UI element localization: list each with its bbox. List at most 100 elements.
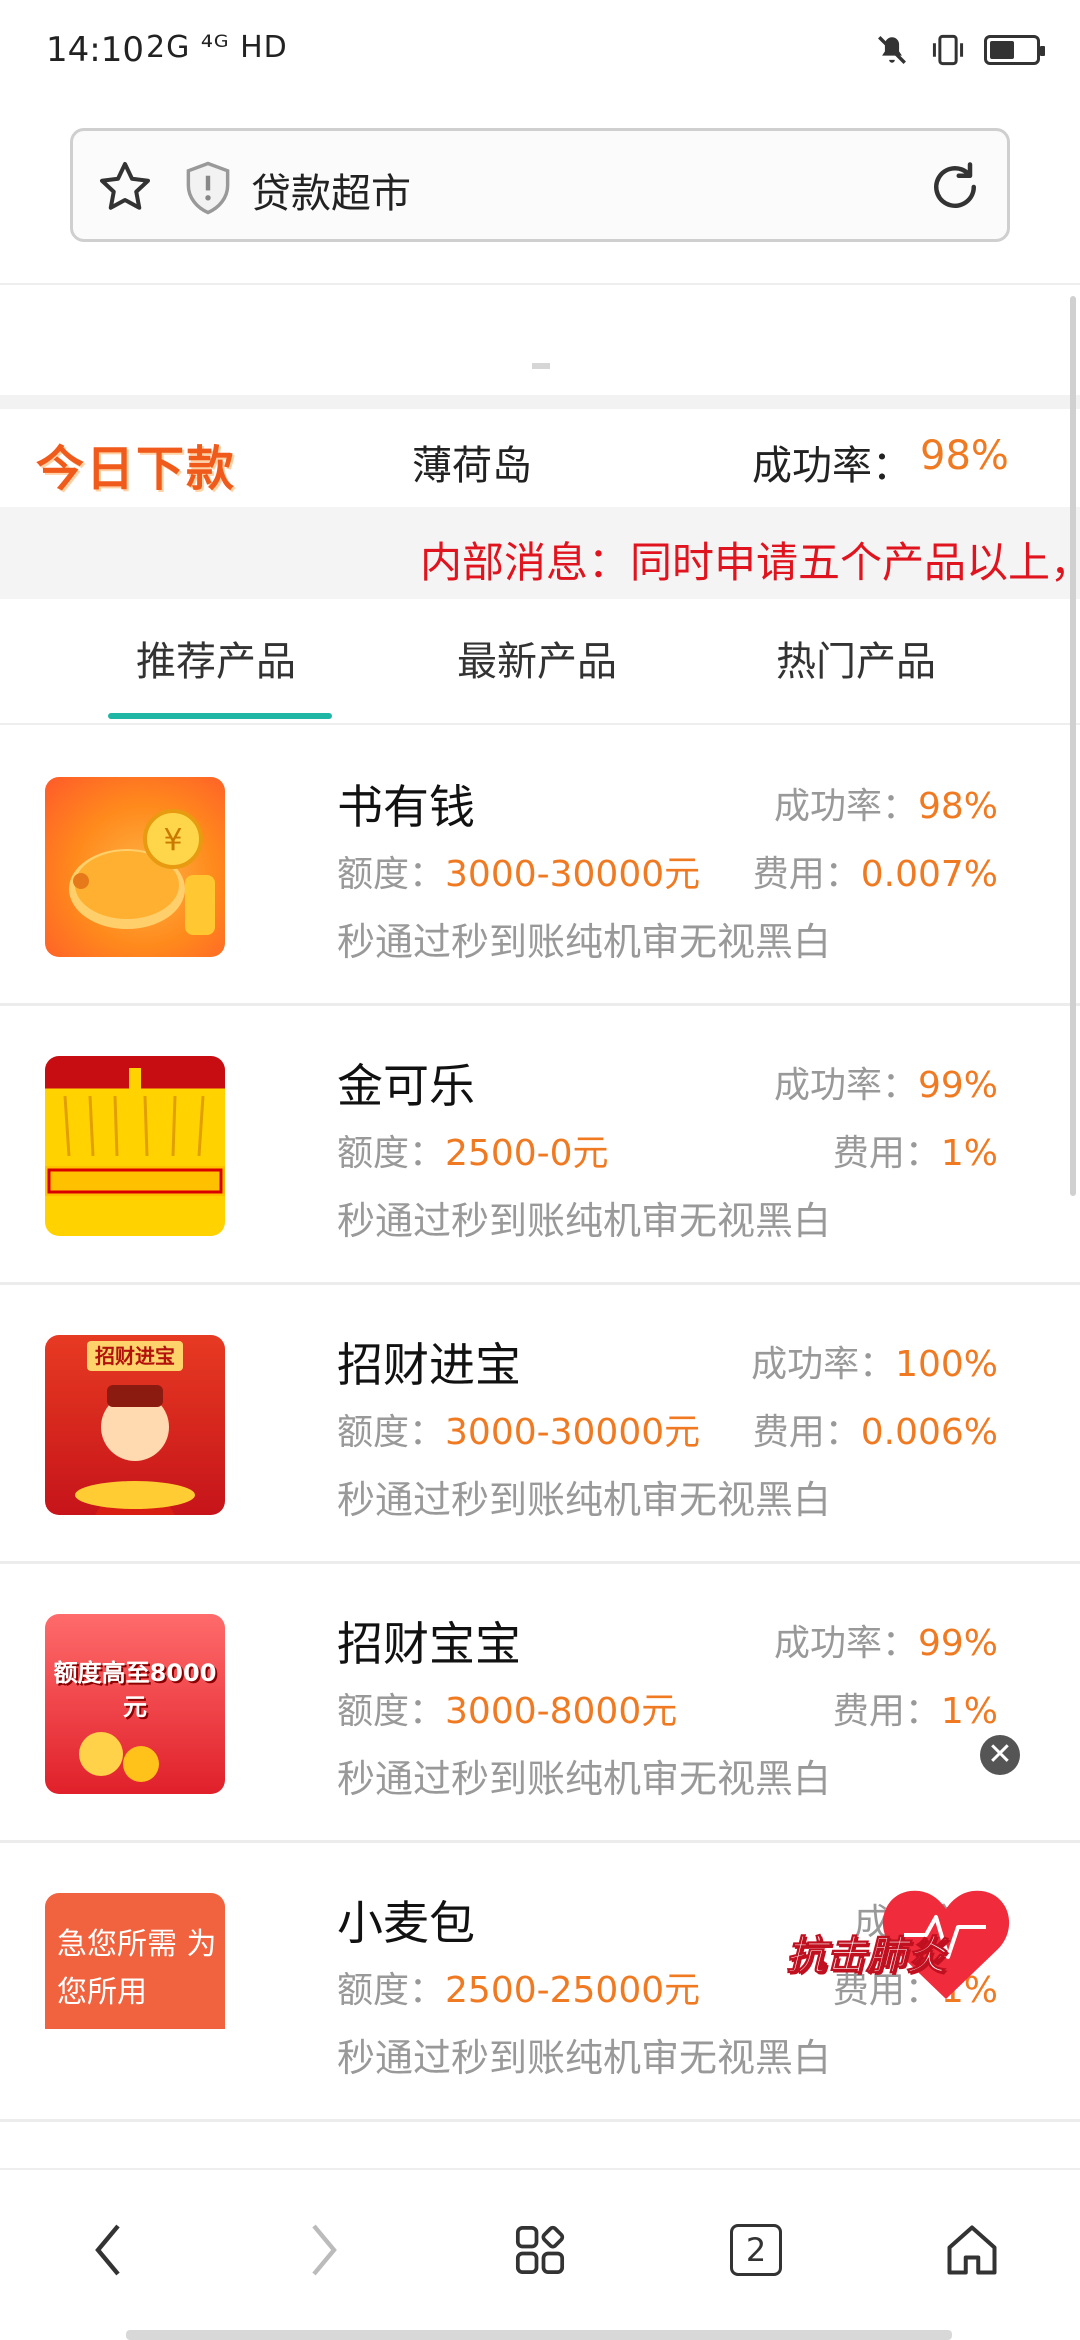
browser-bottom-nav: 2: [0, 2168, 1080, 2340]
product-name: 书有钱: [337, 780, 475, 834]
product-thumbnail-banner: [45, 1056, 225, 1236]
floating-ad-banner[interactable]: 抗击肺炎: [786, 1865, 1026, 2005]
page-title[interactable]: 贷款超市: [251, 161, 411, 219]
product-description: 秒通过秒到账纯机审无视黑白: [337, 1199, 832, 1243]
svg-text:¥: ¥: [163, 823, 182, 858]
tabs-icon[interactable]: 2: [716, 2210, 796, 2290]
today-rate-value: 98%: [920, 433, 1009, 479]
success-rate: 成功率：100%: [751, 1335, 998, 1387]
announcement-marquee: 内部消息：同时申请五个产品以上，: [0, 507, 1080, 599]
loan-amount: 额度：2500-25000元: [337, 1961, 700, 2013]
back-icon[interactable]: [68, 2210, 148, 2290]
today-loan-logo: 今日下款: [36, 441, 237, 497]
loan-fee: 费用：0.007%: [753, 845, 998, 897]
fee-value: 0.006%: [860, 1412, 998, 1453]
product-thumbnail-red-banner: 额度高至8000元: [45, 1614, 225, 1794]
loan-fee: 费用：1%: [833, 1124, 998, 1176]
banner-area: [0, 285, 1080, 395]
product-item[interactable]: 金可乐 成功率：99% 额度：2500-0元 费用：1% 秒通过秒到账纯机审无视…: [0, 1006, 1080, 1285]
banner-indicator: [532, 363, 550, 369]
close-ad-button[interactable]: ✕: [980, 1735, 1020, 1775]
success-rate-label: 成功率：: [773, 1623, 918, 1664]
tab-recommended[interactable]: 推荐产品: [136, 629, 296, 687]
thumbnail-caption: 急您所需 为您所用: [57, 1927, 217, 2010]
product-description: 秒通过秒到账纯机审无视黑白: [337, 1478, 832, 1522]
fee-label: 费用：: [752, 1412, 861, 1453]
product-name: 小麦包: [337, 1896, 475, 1950]
forward-icon[interactable]: [284, 2210, 364, 2290]
product-description: 秒通过秒到账纯机审无视黑白: [337, 1757, 832, 1801]
loan-amount: 额度：3000-8000元: [337, 1682, 677, 1734]
network-indicator: 2G ⁴ᴳ HD: [146, 30, 288, 65]
amount-value: 2500-0元: [445, 1133, 609, 1174]
fee-label: 费用：: [832, 1133, 941, 1174]
fee-value: 1%: [940, 1691, 998, 1732]
success-rate-value: 99%: [917, 1623, 998, 1664]
loan-fee: 费用：1%: [833, 1682, 998, 1734]
fee-value: 1%: [940, 1133, 998, 1174]
success-rate: 成功率：98%: [774, 777, 998, 829]
amount-label: 额度：: [337, 854, 446, 895]
amount-label: 额度：: [337, 1970, 446, 2011]
floating-ad-text: 抗击肺炎: [786, 1933, 947, 1980]
tab-popular[interactable]: 热门产品: [776, 629, 936, 687]
today-product-name: 薄荷岛: [412, 443, 532, 489]
amount-label: 额度：: [337, 1691, 446, 1732]
product-item[interactable]: 额度高至8000元 招财宝宝 成功率：99% 额度：3000-8000元 费用：…: [0, 1564, 1080, 1843]
vibrate-icon: [928, 30, 968, 70]
product-name: 金可乐: [337, 1059, 475, 1113]
success-rate-value: 98%: [917, 786, 998, 827]
fee-label: 费用：: [832, 1691, 941, 1732]
product-name: 招财宝宝: [337, 1617, 521, 1671]
section-divider: [0, 395, 1080, 409]
amount-label: 额度：: [337, 1133, 446, 1174]
amount-value: 3000-30000元: [445, 854, 701, 895]
success-rate: 成功率：99%: [774, 1614, 998, 1666]
status-bar: 14:10 2G ⁴ᴳ HD: [0, 0, 1080, 110]
success-rate-label: 成功率：: [751, 1344, 896, 1385]
fee-label: 费用：: [752, 854, 861, 895]
product-thumbnail-fortune-god: 招财进宝: [45, 1335, 225, 1515]
amount-value: 2500-25000元: [445, 1970, 701, 2011]
security-shield-icon[interactable]: [183, 161, 233, 215]
fee-value: 0.007%: [860, 854, 998, 895]
gesture-bar: [126, 2330, 952, 2340]
product-item[interactable]: ¥ 书有钱 成功率：98% 额度：3000-30000元 费用：0.007% 秒…: [0, 727, 1080, 1006]
active-tab-indicator: [108, 713, 332, 719]
battery-level: [990, 41, 1014, 59]
refresh-icon[interactable]: [925, 157, 985, 217]
apps-icon[interactable]: [500, 2210, 580, 2290]
success-rate-value: 100%: [895, 1344, 998, 1385]
loan-amount: 额度：2500-0元: [337, 1124, 609, 1176]
product-tabs: 推荐产品 最新产品 热门产品: [0, 599, 1080, 725]
success-rate-label: 成功率：: [773, 1065, 918, 1106]
mute-icon: [872, 30, 912, 70]
page-scrollbar[interactable]: [1070, 296, 1076, 1196]
today-rate-label: 成功率：: [752, 443, 912, 489]
loan-amount: 额度：3000-30000元: [337, 1403, 700, 1455]
product-description: 秒通过秒到账纯机审无视黑白: [337, 2036, 832, 2080]
tab-newest[interactable]: 最新产品: [457, 629, 617, 687]
status-icons: [872, 30, 1045, 70]
home-icon[interactable]: [932, 2210, 1012, 2290]
address-bar[interactable]: 贷款超市: [70, 128, 1010, 242]
amount-value: 3000-8000元: [445, 1691, 678, 1732]
success-rate-value: 99%: [917, 1065, 998, 1106]
battery-icon: [984, 35, 1045, 65]
browser-toolbar: 贷款超市: [0, 110, 1080, 285]
product-item[interactable]: 招财进宝 招财进宝 成功率：100% 额度：3000-30000元 费用：0.0…: [0, 1285, 1080, 1564]
amount-value: 3000-30000元: [445, 1412, 701, 1453]
amount-label: 额度：: [337, 1412, 446, 1453]
product-name: 招财进宝: [337, 1338, 521, 1392]
product-thumbnail-piggy-bank: ¥: [45, 777, 225, 957]
announcement-text: 内部消息：同时申请五个产品以上，: [420, 538, 1080, 587]
tab-count: 2: [730, 2224, 782, 2276]
bookmark-star-icon[interactable]: [95, 157, 155, 217]
success-rate-label: 成功率：: [773, 786, 918, 827]
loan-amount: 额度：3000-30000元: [337, 845, 700, 897]
status-time: 14:10: [46, 30, 144, 70]
product-thumbnail-orange: 急您所需 为您所用: [45, 1893, 225, 2029]
loan-fee: 费用：0.006%: [753, 1403, 998, 1455]
product-description: 秒通过秒到账纯机审无视黑白: [337, 920, 832, 964]
today-loan-row: 今日下款 薄荷岛 成功率： 98%: [0, 409, 1080, 507]
